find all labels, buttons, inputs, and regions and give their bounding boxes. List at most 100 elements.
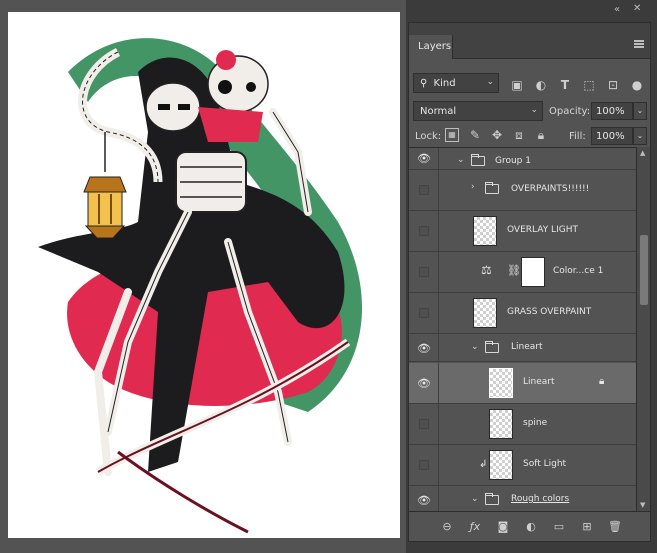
layer-row-grass-overpaint[interactable]: GRASS OVERPAINT: [409, 293, 636, 334]
new-adjustment-icon[interactable]: ◐: [523, 520, 539, 534]
folder-icon: [485, 341, 499, 353]
layer-mask-thumbnail: [521, 257, 545, 287]
filter-toggle-icon[interactable]: ●: [629, 78, 645, 92]
visibility-toggle[interactable]: [409, 293, 439, 333]
scrollbar-thumb[interactable]: [640, 235, 648, 305]
kind-filter-label: Kind: [433, 78, 456, 89]
layers-panel-footer: ⊖ ƒx ◙ ◐ ▭ ⊞ 🗑︎: [409, 511, 650, 541]
layer-row-color-balance[interactable]: ⚖ ⛓ Color...ce 1: [409, 252, 636, 293]
hamburger-menu-icon[interactable]: [634, 40, 644, 48]
layer-row-rough-colors[interactable]: 👁︎ ⌄ Rough colors: [409, 486, 636, 511]
type-filter-icon[interactable]: T: [557, 78, 573, 92]
trash-icon[interactable]: 🗑︎: [607, 520, 623, 534]
double-chevron-icon[interactable]: «: [614, 4, 620, 15]
lock-image-pixels-icon[interactable]: ✎: [467, 128, 483, 142]
layer-row-lineart[interactable]: 👁︎ Lineart 🔒︎: [409, 363, 636, 404]
visibility-toggle[interactable]: [409, 252, 439, 292]
lock-icon: 🔒︎: [599, 376, 605, 387]
lock-all-icon[interactable]: 🔒︎: [533, 128, 549, 142]
new-layer-icon[interactable]: ⊞: [579, 520, 595, 534]
visibility-toggle[interactable]: 👁︎: [409, 486, 439, 511]
adjustment-filter-icon[interactable]: ◐: [533, 78, 549, 92]
eye-icon: 👁︎: [417, 493, 431, 507]
chain-link-icon[interactable]: ⛓: [507, 264, 521, 277]
chevron-down-icon[interactable]: ⌄: [457, 155, 465, 165]
layer-list-scrollbar[interactable]: ▲ ▼: [636, 147, 650, 511]
hidden-box: [419, 267, 429, 277]
eye-icon: 👁︎: [417, 377, 431, 390]
layer-row-spine[interactable]: spine: [409, 404, 636, 445]
opacity-chevron-icon[interactable]: ⌄: [633, 102, 647, 120]
layer-name: OVERLAY LIGHT: [507, 225, 578, 235]
blend-mode-dropdown[interactable]: Normal ⌄: [413, 101, 543, 121]
filter-row: ⚲ Kind ⌄ ▣ ◐ T ⬚ ⊡ ●: [409, 73, 650, 97]
layer-row-soft-light[interactable]: ↲ Soft Light: [409, 445, 636, 486]
hidden-box: [419, 308, 429, 318]
visibility-toggle[interactable]: 👁︎: [409, 334, 439, 361]
layer-thumbnail: [473, 216, 497, 246]
lock-label: Lock:: [415, 131, 442, 142]
layer-name: Color...ce 1: [553, 266, 604, 276]
chevron-down-icon: ⌄: [486, 77, 494, 87]
clip-arrow-icon: ↲: [479, 459, 488, 470]
layer-row-group-1[interactable]: 👁︎ ⌄ Group 1: [409, 148, 636, 170]
visibility-toggle[interactable]: [409, 170, 439, 210]
layer-row-overpaints[interactable]: › OVERPAINTS!!!!!!: [409, 170, 636, 211]
layer-thumbnail: [473, 298, 497, 328]
visibility-toggle[interactable]: 👁︎: [409, 363, 439, 403]
chevron-down-icon[interactable]: ⌄: [471, 494, 479, 504]
fill-label: Fill:: [569, 131, 586, 142]
lock-position-icon[interactable]: ✥: [489, 128, 505, 142]
layer-name: GRASS OVERPAINT: [507, 307, 592, 317]
new-group-icon[interactable]: ▭: [551, 520, 567, 534]
scroll-down-icon[interactable]: ▼: [640, 501, 645, 509]
balance-scale-icon: ⚖: [481, 263, 492, 277]
layer-name: Group 1: [495, 156, 531, 166]
layer-name: Soft Light: [523, 459, 567, 469]
chevron-down-icon: ⌄: [530, 105, 538, 115]
blend-mode-value: Normal: [420, 106, 457, 117]
lock-artboard-icon[interactable]: ⧈: [511, 128, 527, 142]
fx-icon[interactable]: ƒx: [467, 520, 483, 534]
eye-icon: 👁︎: [417, 152, 431, 165]
fill-chevron-icon[interactable]: ⌄: [633, 127, 647, 145]
scroll-up-icon[interactable]: ▲: [640, 149, 645, 157]
layer-thumbnail: [489, 409, 513, 439]
visibility-toggle[interactable]: 👁︎: [409, 148, 439, 169]
image-filter-icon[interactable]: ▣: [509, 78, 525, 92]
tab-layers-label: Layers: [418, 41, 452, 52]
layer-list[interactable]: 👁︎ ⌄ Group 1 › OVERPAINTS!!!!!! OVERLAY …: [409, 147, 636, 511]
lock-transparent-pixels-icon[interactable]: ▦: [445, 128, 459, 142]
search-icon: ⚲: [420, 78, 428, 89]
chevron-down-icon[interactable]: ⌄: [471, 342, 479, 352]
hidden-box: [419, 460, 429, 470]
folder-icon: [471, 154, 485, 166]
kind-filter-dropdown[interactable]: ⚲ Kind ⌄: [413, 73, 499, 93]
document-canvas-area[interactable]: [0, 0, 406, 553]
opacity-input[interactable]: 100%: [591, 102, 633, 120]
tab-layers[interactable]: Layers: [409, 35, 453, 59]
layers-panel: Layers ⚲ Kind ⌄ ▣ ◐ T ⬚ ⊡ ● Normal ⌄ Opa…: [408, 22, 651, 542]
layer-row-overlay-light[interactable]: OVERLAY LIGHT: [409, 211, 636, 252]
chevron-right-icon[interactable]: ›: [471, 182, 475, 192]
folder-icon: [485, 493, 499, 505]
layer-thumbnail: [489, 368, 513, 398]
visibility-toggle[interactable]: [409, 211, 439, 251]
add-mask-icon[interactable]: ◙: [495, 520, 511, 534]
visibility-toggle[interactable]: [409, 404, 439, 444]
smart-object-filter-icon[interactable]: ⊡: [605, 78, 621, 92]
opacity-label: Opacity:: [549, 106, 591, 117]
fill-input[interactable]: 100%: [591, 127, 633, 145]
link-layers-icon[interactable]: ⊖: [439, 520, 455, 534]
visibility-toggle[interactable]: [409, 445, 439, 485]
layer-name: Rough colors: [511, 494, 570, 504]
shape-filter-icon[interactable]: ⬚: [581, 78, 597, 92]
artwork-canvas[interactable]: [8, 12, 400, 538]
hidden-box: [419, 419, 429, 429]
layer-thumbnail: [489, 450, 513, 480]
panel-tab-bar: Layers: [409, 23, 650, 59]
close-icon[interactable]: ✕: [633, 3, 641, 14]
lock-row: Lock: ▦ ✎ ✥ ⧈ 🔒︎ Fill: 100% ⌄: [409, 127, 650, 147]
layer-name: spine: [523, 418, 548, 428]
layer-row-lineart-group[interactable]: 👁︎ ⌄ Lineart: [409, 334, 636, 362]
